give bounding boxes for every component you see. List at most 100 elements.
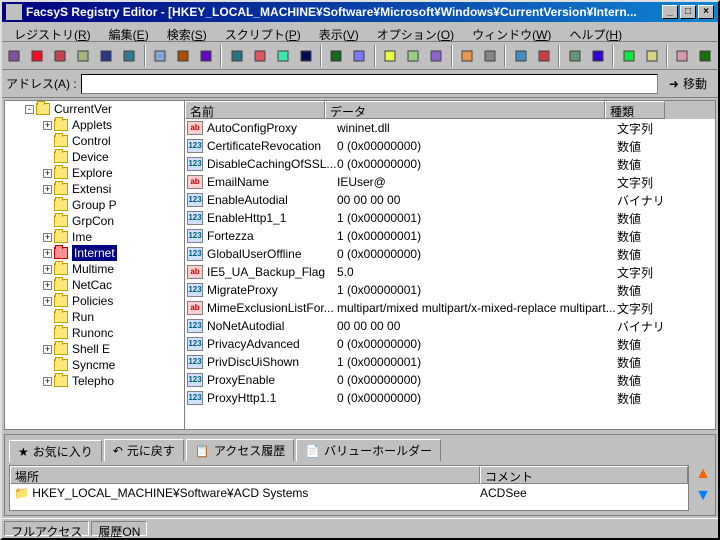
- value-number-icon: 123: [187, 355, 203, 369]
- tree-item[interactable]: Device: [5, 149, 184, 165]
- bottom-tabs: ★お気に入り↶元に戻す📋アクセス履歴📄バリューホールダー: [5, 435, 715, 461]
- menu-p[interactable]: スクリプト(P): [217, 24, 309, 39]
- list-row[interactable]: 123ProxyEnable0 (0x00000000)数値: [185, 371, 715, 389]
- tree-item[interactable]: +Extensi: [5, 181, 184, 197]
- bookmark-icon[interactable]: [510, 45, 531, 67]
- favorite-row[interactable]: 📁 HKEY_LOCAL_MACHINE¥Software¥ACD System…: [10, 484, 688, 502]
- tree-item[interactable]: +Ime: [5, 229, 184, 245]
- tab-undo[interactable]: ↶元に戻す: [104, 439, 184, 461]
- tab-holder[interactable]: 📄バリューホールダー: [296, 439, 441, 461]
- minimize-button[interactable]: _: [662, 5, 678, 19]
- move-up-button[interactable]: ▲: [695, 465, 711, 483]
- menu-w[interactable]: ウィンドウ(W): [464, 24, 559, 39]
- settings-icon[interactable]: [533, 45, 554, 67]
- stop-icon[interactable]: [195, 45, 216, 67]
- clipboard-icon[interactable]: [695, 45, 716, 67]
- tree-root[interactable]: -CurrentVer: [5, 101, 184, 117]
- list-row[interactable]: 123PrivacyAdvanced0 (0x00000000)数値: [185, 335, 715, 353]
- play-icon[interactable]: [172, 45, 193, 67]
- list-row[interactable]: abAutoConfigProxywininet.dll文字列: [185, 119, 715, 137]
- save-icon[interactable]: [587, 45, 608, 67]
- key-icon[interactable]: [618, 45, 639, 67]
- tree-pane[interactable]: -CurrentVer+AppletsControlDevice+Explore…: [5, 101, 185, 429]
- fav-header-place[interactable]: 場所: [10, 466, 480, 484]
- tree-item[interactable]: Syncme: [5, 357, 184, 373]
- copy-icon[interactable]: [27, 45, 48, 67]
- list-row[interactable]: 123PrivDiscUiShown1 (0x00000001)数値: [185, 353, 715, 371]
- window-title: FacsyS Registry Editor - [HKEY_LOCAL_MAC…: [26, 5, 660, 19]
- go-button[interactable]: ➜ 移動: [662, 72, 714, 95]
- tree-item[interactable]: GrpCon: [5, 213, 184, 229]
- menu-r[interactable]: レジストリ(R): [6, 24, 99, 39]
- list-row[interactable]: 123NoNetAutodial00 00 00 00バイナリ: [185, 317, 715, 335]
- tab-star[interactable]: ★お気に入り: [9, 440, 102, 462]
- tree-item[interactable]: +Multime: [5, 261, 184, 277]
- header-type[interactable]: 種類: [605, 101, 665, 119]
- new-binary-icon[interactable]: [295, 45, 316, 67]
- list-row[interactable]: 123GlobalUserOffline0 (0x00000000)数値: [185, 245, 715, 263]
- menu-h[interactable]: ヘルプ(H): [561, 24, 630, 39]
- tree-item[interactable]: Run: [5, 309, 184, 325]
- bottom-panel: ★お気に入り↶元に戻す📋アクセス履歴📄バリューホールダー 場所 コメント 📁 H…: [4, 434, 716, 516]
- refresh-icon[interactable]: [150, 45, 171, 67]
- list-row[interactable]: 123Fortezza1 (0x00000001)数値: [185, 227, 715, 245]
- tree-item[interactable]: +Applets: [5, 117, 184, 133]
- value-number-icon: 123: [187, 247, 203, 261]
- copy2-icon[interactable]: [403, 45, 424, 67]
- cascade-icon[interactable]: [326, 45, 347, 67]
- cut-icon[interactable]: [380, 45, 401, 67]
- list-row[interactable]: 123DisableCachingOfSSL...0 (0x00000000)数…: [185, 155, 715, 173]
- undo-icon: ↶: [113, 444, 123, 458]
- reconnect-icon[interactable]: [50, 45, 71, 67]
- address-input[interactable]: [81, 74, 658, 94]
- info-icon[interactable]: [73, 45, 94, 67]
- list-row[interactable]: 123EnableHttp1_11 (0x00000001)数値: [185, 209, 715, 227]
- paste-icon[interactable]: [426, 45, 447, 67]
- new-key-icon[interactable]: [226, 45, 247, 67]
- maximize-button[interactable]: □: [680, 5, 696, 19]
- list-row[interactable]: abIE5_UA_Backup_Flag5.0文字列: [185, 263, 715, 281]
- tree-item[interactable]: +Shell E: [5, 341, 184, 357]
- new-string-icon[interactable]: [249, 45, 270, 67]
- header-name[interactable]: 名前: [185, 101, 325, 119]
- folder-icon[interactable]: [641, 45, 662, 67]
- tree-item[interactable]: +NetCac: [5, 277, 184, 293]
- list-row[interactable]: abEmailNameIEUser@文字列: [185, 173, 715, 191]
- tile-icon[interactable]: [349, 45, 370, 67]
- list-row[interactable]: 123MigrateProxy1 (0x00000001)数値: [185, 281, 715, 299]
- new-dword-icon[interactable]: [272, 45, 293, 67]
- print-icon[interactable]: [4, 45, 25, 67]
- tree-item[interactable]: +Internet: [5, 245, 184, 261]
- menu-e[interactable]: 編集(E): [101, 24, 157, 39]
- list-header: 名前 データ 種類: [185, 101, 715, 119]
- header-data[interactable]: データ: [325, 101, 605, 119]
- menu-v[interactable]: 表示(V): [311, 24, 367, 39]
- binoculars-icon[interactable]: [457, 45, 478, 67]
- tab-history[interactable]: 📋アクセス履歴: [186, 439, 294, 461]
- tree-item[interactable]: +Policies: [5, 293, 184, 309]
- move-down-button[interactable]: ▼: [695, 487, 711, 505]
- table-view-icon[interactable]: [96, 45, 117, 67]
- tree-item[interactable]: Group P: [5, 197, 184, 213]
- favorites-table[interactable]: 場所 コメント 📁 HKEY_LOCAL_MACHINE¥Software¥AC…: [9, 465, 689, 511]
- star-icon[interactable]: [119, 45, 140, 67]
- menu-o[interactable]: オプション(O): [369, 24, 462, 39]
- toolbar: [2, 42, 718, 70]
- fav-header-comment[interactable]: コメント: [480, 466, 688, 484]
- list-row[interactable]: 123CertificateRevocation0 (0x00000000)数値: [185, 137, 715, 155]
- list-row[interactable]: abMimeExclusionListFor...multipart/mixed…: [185, 299, 715, 317]
- find-next-icon[interactable]: [480, 45, 501, 67]
- tree-item[interactable]: Control: [5, 133, 184, 149]
- star-icon: ★: [18, 445, 29, 459]
- menu-bar: レジストリ(R)編集(E)検索(S)スクリプト(P)表示(V)オプション(O)ウ…: [2, 22, 718, 42]
- list-row[interactable]: 123EnableAutodial00 00 00 00バイナリ: [185, 191, 715, 209]
- menu-s[interactable]: 検索(S): [159, 24, 215, 39]
- tree-item[interactable]: +Telepho: [5, 373, 184, 389]
- tree-item[interactable]: +Explore: [5, 165, 184, 181]
- scissors-icon[interactable]: [672, 45, 693, 67]
- close-button[interactable]: ×: [698, 5, 714, 19]
- list-pane[interactable]: 名前 データ 種類 abAutoConfigProxywininet.dll文字…: [185, 101, 715, 429]
- open-icon[interactable]: [564, 45, 585, 67]
- tree-item[interactable]: Runonc: [5, 325, 184, 341]
- list-row[interactable]: 123ProxyHttp1.10 (0x00000000)数値: [185, 389, 715, 407]
